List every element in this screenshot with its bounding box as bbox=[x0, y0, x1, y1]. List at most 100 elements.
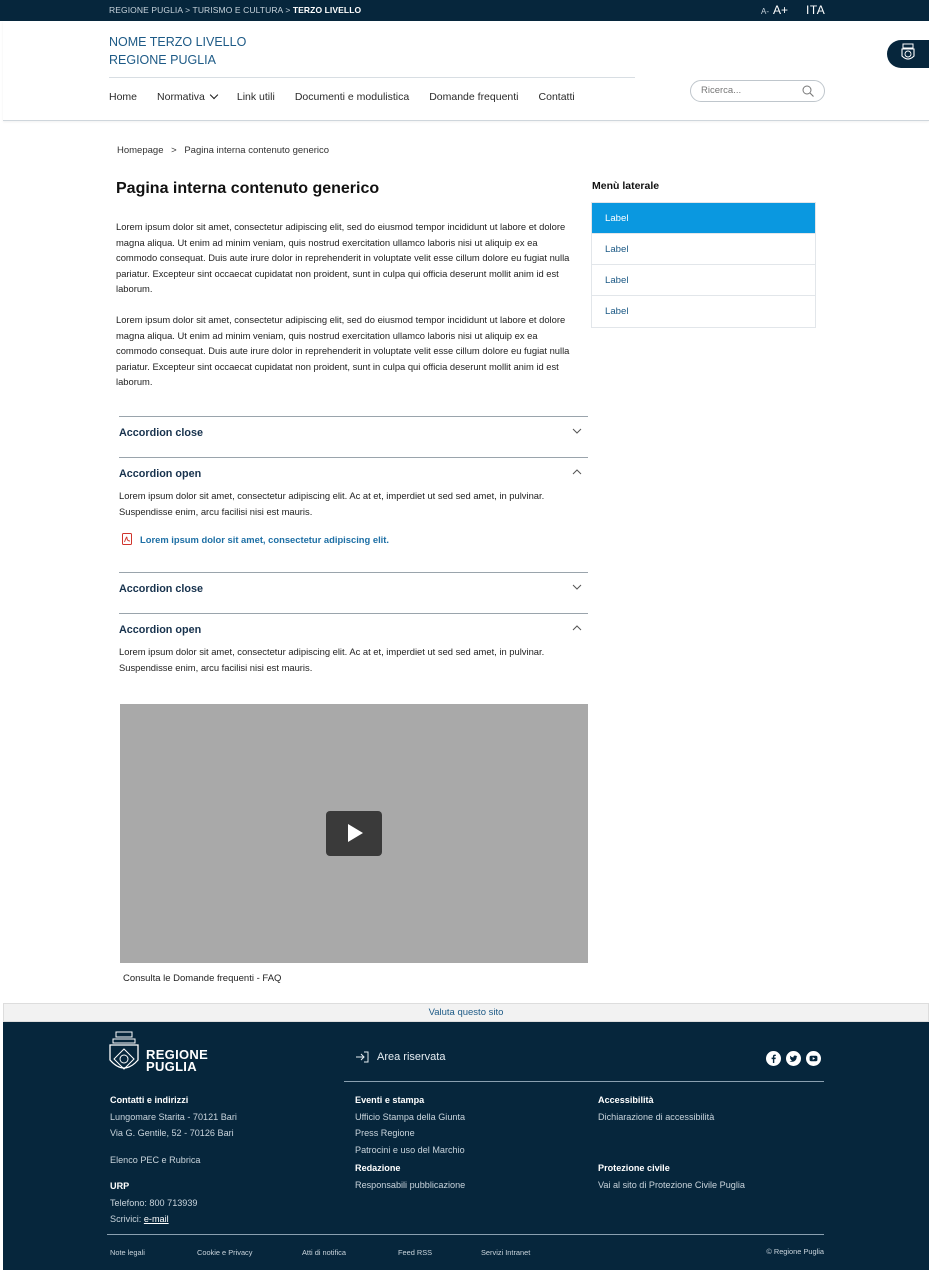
footer-logo-text: REGIONE PUGLIA bbox=[146, 1048, 208, 1074]
accordion-body: Lorem ipsum dolor sit amet, consectetur … bbox=[119, 646, 545, 673]
accordion-title: Accordion close bbox=[119, 427, 203, 439]
accordion-item: Accordion open Lorem ipsum dolor sit ame… bbox=[119, 457, 588, 545]
accordion-body: Lorem ipsum dolor sit amet, consectetur … bbox=[119, 490, 545, 517]
footer-bottom-links: Note legali Cookie e Privacy Atti di not… bbox=[110, 1248, 530, 1257]
top-crumb-sep: > bbox=[185, 5, 191, 15]
font-decrease-button[interactable]: A- bbox=[761, 7, 769, 16]
footer-rss-link[interactable]: Feed RSS bbox=[398, 1248, 481, 1257]
chevron-down-icon bbox=[572, 584, 582, 590]
top-crumb-current: TERZO LIVELLO bbox=[292, 5, 362, 15]
sidebar-item[interactable]: Label bbox=[592, 296, 815, 327]
accordion-title: Accordion open bbox=[119, 468, 202, 480]
sidebar-item[interactable]: Label bbox=[592, 234, 815, 265]
video-caption[interactable]: Consulta le Domande frequenti - FAQ bbox=[123, 973, 281, 984]
footer-accessibility: Accessibilità Dichiarazione di accessibi… bbox=[598, 1092, 745, 1193]
site-name[interactable]: NOME TERZO LIVELLO REGIONE PUGLIA bbox=[109, 33, 246, 69]
sidebar-item[interactable]: Label bbox=[592, 265, 815, 296]
region-logo-icon[interactable] bbox=[107, 1030, 141, 1076]
footer-intranet-link[interactable]: Servizi Intranet bbox=[481, 1248, 530, 1257]
region-badge[interactable] bbox=[887, 40, 929, 68]
twitter-icon[interactable] bbox=[786, 1051, 801, 1066]
body-paragraph: Lorem ipsum dolor sit amet, consectetur … bbox=[116, 221, 570, 294]
video-player[interactable] bbox=[120, 704, 588, 963]
footer-notices-link[interactable]: Atti di notifica bbox=[302, 1248, 398, 1257]
rate-site-bar[interactable]: Valuta questo sito bbox=[3, 1003, 929, 1022]
footer-heading: URP bbox=[110, 1181, 130, 1191]
accordion-item: Accordion close bbox=[119, 572, 588, 601]
body-paragraph: Lorem ipsum dolor sit amet, consectetur … bbox=[116, 314, 570, 387]
top-crumb-region[interactable]: REGIONE PUGLIA bbox=[109, 5, 183, 15]
chevron-up-icon bbox=[572, 469, 582, 475]
logo-line2: PUGLIA bbox=[146, 1059, 197, 1074]
login-icon bbox=[356, 1051, 369, 1063]
footer-phone: Telefono: 800 713939 bbox=[110, 1197, 198, 1208]
site-name-line1: NOME TERZO LIVELLO bbox=[109, 35, 247, 49]
main-nav: Home Normativa Link utili Documenti e mo… bbox=[109, 90, 595, 103]
footer-link[interactable]: Press Regione bbox=[355, 1125, 465, 1142]
nav-item-link-utili[interactable]: Link utili bbox=[237, 91, 275, 103]
accordion-header[interactable]: Accordion open bbox=[119, 458, 588, 486]
accordion-header[interactable]: Accordion open bbox=[119, 614, 588, 642]
font-increase-button[interactable]: A+ bbox=[773, 3, 788, 17]
footer-write: Scrivici: e-mail bbox=[110, 1211, 237, 1228]
site-name-line2: REGIONE PUGLIA bbox=[109, 53, 216, 67]
footer-heading: Protezione civile bbox=[598, 1163, 670, 1173]
nav-item-normativa-label: Normativa bbox=[157, 91, 205, 103]
footer-divider bbox=[107, 1234, 824, 1235]
site-header: NOME TERZO LIVELLO REGIONE PUGLIA Home N… bbox=[3, 21, 929, 121]
nav-item-home[interactable]: Home bbox=[109, 91, 137, 103]
breadcrumb: Homepage > Pagina interna contenuto gene… bbox=[117, 145, 329, 156]
top-breadcrumb: REGIONE PUGLIA > TURISMO E CULTURA > TER… bbox=[109, 5, 361, 15]
facebook-icon[interactable] bbox=[766, 1051, 781, 1066]
top-crumb-culture[interactable]: TURISMO E CULTURA bbox=[193, 5, 283, 15]
nav-item-documenti[interactable]: Documenti e modulistica bbox=[295, 91, 409, 103]
accordion-title: Accordion close bbox=[119, 583, 203, 595]
breadcrumb-home[interactable]: Homepage bbox=[117, 145, 163, 156]
accordion-header[interactable]: Accordion close bbox=[119, 417, 588, 445]
accordion-item: Accordion open Lorem ipsum dolor sit ame… bbox=[119, 613, 588, 675]
footer-copyright: © Regione Puglia bbox=[766, 1247, 824, 1256]
top-bar: REGIONE PUGLIA > TURISMO E CULTURA > TER… bbox=[0, 0, 929, 21]
footer-events: Eventi e stampa Ufficio Stampa della Giu… bbox=[355, 1092, 465, 1193]
footer-link[interactable]: Dichiarazione di accessibilità bbox=[598, 1109, 745, 1126]
pdf-link-label: Lorem ipsum dolor sit amet, consectetur … bbox=[140, 533, 390, 545]
nav-item-faq[interactable]: Domande frequenti bbox=[429, 91, 518, 103]
sidebar-menu: Label Label Label Label bbox=[591, 202, 816, 328]
header-divider bbox=[109, 77, 635, 78]
search-icon[interactable] bbox=[802, 85, 814, 97]
nav-item-contatti[interactable]: Contatti bbox=[539, 91, 575, 103]
sidebar-item-active[interactable]: Label bbox=[592, 203, 815, 234]
footer-link[interactable]: Responsabili pubblicazione bbox=[355, 1177, 465, 1194]
footer-legal-link[interactable]: Note legali bbox=[110, 1248, 197, 1257]
chevron-up-icon bbox=[572, 625, 582, 631]
breadcrumb-sep: > bbox=[171, 145, 177, 156]
footer-heading: Eventi e stampa bbox=[355, 1095, 425, 1105]
reserved-area-link[interactable]: Area riservata bbox=[355, 1051, 445, 1063]
footer-pec-link[interactable]: Elenco PEC e Rubrica bbox=[110, 1152, 237, 1169]
accordion-header[interactable]: Accordion close bbox=[119, 573, 588, 601]
top-crumb-sep: > bbox=[285, 5, 291, 15]
footer-contacts: Contatti e indirizzi Lungomare Starita -… bbox=[110, 1092, 237, 1228]
pdf-download-link[interactable]: Lorem ipsum dolor sit amet, consectetur … bbox=[119, 533, 588, 545]
chevron-down-icon bbox=[209, 90, 219, 100]
footer-email-link[interactable]: e-mail bbox=[144, 1214, 169, 1224]
play-icon[interactable] bbox=[326, 811, 382, 856]
nav-item-normativa[interactable]: Normativa bbox=[157, 90, 219, 103]
footer-privacy-link[interactable]: Cookie e Privacy bbox=[197, 1248, 302, 1257]
pdf-icon bbox=[122, 533, 132, 545]
footer-heading: Redazione bbox=[355, 1163, 401, 1173]
footer-link[interactable]: Vai al sito di Protezione Civile Puglia bbox=[598, 1177, 745, 1194]
sidebar-title: Menù laterale bbox=[592, 180, 660, 192]
footer-address: Lungomare Starita - 70121 Bari bbox=[110, 1111, 237, 1122]
footer-link[interactable]: Ufficio Stampa della Giunta bbox=[355, 1109, 465, 1126]
chevron-down-icon bbox=[572, 428, 582, 434]
footer-write-label: Scrivici: bbox=[110, 1214, 142, 1224]
breadcrumb-current: Pagina interna contenuto generico bbox=[184, 145, 330, 156]
language-selector[interactable]: ITA bbox=[806, 3, 825, 17]
search-box bbox=[690, 80, 825, 102]
footer-link[interactable]: Patrocini e uso del Marchio bbox=[355, 1142, 465, 1159]
search-input[interactable] bbox=[701, 85, 801, 96]
youtube-icon[interactable] bbox=[806, 1051, 821, 1066]
footer-heading: Contatti e indirizzi bbox=[110, 1095, 189, 1105]
reserved-area-label: Area riservata bbox=[377, 1051, 446, 1063]
